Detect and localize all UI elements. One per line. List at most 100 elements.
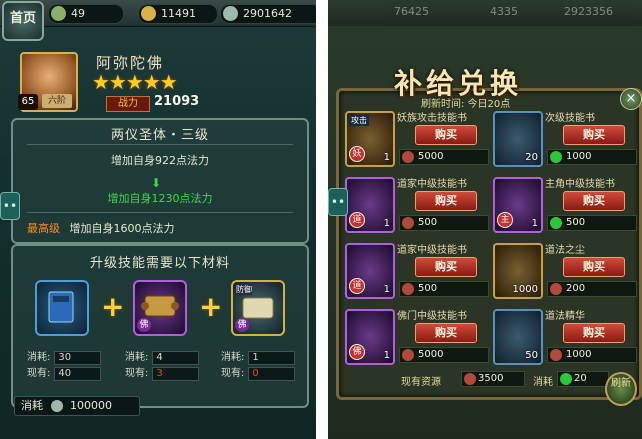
- material-1-have: 现有: 40: [27, 364, 102, 381]
- currency-icon: [550, 283, 562, 295]
- material-3-consume: 消耗: 1: [221, 348, 296, 365]
- material-tag: 佛: [137, 318, 151, 332]
- top-resource-2: 4335: [490, 5, 518, 18]
- chat-tab-icon[interactable]: ••: [328, 188, 348, 216]
- gem-icon: [560, 373, 572, 385]
- item-badge: 妖: [349, 146, 365, 162]
- item-badge: 佛: [349, 344, 365, 360]
- requirements-title: 升级技能需要以下材料: [89, 256, 230, 271]
- cost-value: 100000: [70, 399, 112, 412]
- coin-icon: [464, 373, 476, 385]
- footer-resource-red: 3500: [461, 371, 525, 387]
- plus-icon: +: [199, 290, 223, 323]
- item-price: 500: [399, 215, 489, 231]
- item-price: 5000: [399, 149, 489, 165]
- buy-button[interactable]: 购买: [563, 257, 625, 277]
- hero-card: 65 六阶 阿弥陀佛 ★★★★★ 战力 21093: [14, 48, 304, 114]
- material-slot-2[interactable]: 佛: [133, 280, 187, 336]
- footer-resource-green: 20: [557, 371, 609, 387]
- item-count: 50: [525, 350, 538, 361]
- top-resource-1: 76425: [394, 5, 429, 18]
- buy-button[interactable]: 购买: [415, 125, 477, 145]
- item-name: 道家中级技能书: [397, 245, 467, 256]
- item-count: 1: [531, 218, 538, 229]
- coin-icon: [223, 6, 238, 21]
- item-name: 次级技能书: [545, 113, 595, 124]
- hero-stars: ★★★★★: [92, 70, 178, 94]
- resource-ingot: 49: [48, 4, 124, 24]
- exchange-item: 道 1 道家中级技能书 购买 500: [343, 241, 489, 301]
- divider: [27, 144, 293, 145]
- item-icon[interactable]: 1000: [493, 243, 543, 299]
- item-count: 1: [383, 284, 390, 295]
- item-name: 妖族攻击技能书: [397, 113, 467, 124]
- buy-button[interactable]: 购买: [563, 125, 625, 145]
- material-2-consume: 消耗: 4: [125, 348, 200, 365]
- buy-button[interactable]: 购买: [415, 191, 477, 211]
- item-name: 道家中级技能书: [397, 179, 467, 190]
- refresh-button[interactable]: 刷新: [605, 372, 637, 406]
- upgrade-cost: 消耗 100000: [14, 396, 140, 416]
- power-label: 战力: [106, 96, 150, 112]
- item-count: 1: [383, 152, 390, 163]
- footer-consume-label: 消耗: [533, 377, 553, 388]
- exchange-item: 1000 道法之尘 购买 200: [491, 241, 637, 301]
- currency-icon: [550, 217, 562, 229]
- item-icon[interactable]: 道1: [345, 177, 395, 233]
- currency-icon: [550, 151, 562, 163]
- item-icon[interactable]: 主1: [493, 177, 543, 233]
- gold-icon: [141, 6, 156, 21]
- material-title: 防御: [236, 284, 252, 295]
- power-value: 21093: [154, 94, 200, 109]
- divider: [27, 212, 293, 213]
- buy-button[interactable]: 购买: [563, 323, 625, 343]
- ingot-icon: [51, 6, 66, 21]
- resource-gold-value: 11491: [161, 7, 196, 20]
- item-icon[interactable]: 20: [493, 111, 543, 167]
- item-price: 5000: [399, 347, 489, 363]
- item-icon[interactable]: 道1: [345, 243, 395, 299]
- supply-exchange-panel: 76425 4335 2923356 刷新时间: 今日20点 攻击妖 1 妖族攻击技…: [328, 0, 642, 439]
- chat-tab-icon[interactable]: ••: [0, 192, 20, 220]
- item-name: 佛门中级技能书: [397, 311, 467, 322]
- footer-label: 现有资源: [401, 377, 441, 388]
- close-button[interactable]: ×: [620, 88, 642, 110]
- item-price: 200: [547, 281, 637, 297]
- skill-max-row: 最高级 增加自身1600点法力: [27, 220, 175, 236]
- item-icon[interactable]: 50: [493, 309, 543, 365]
- item-price: 500: [399, 281, 489, 297]
- item-tag: 攻击: [349, 115, 369, 126]
- home-button[interactable]: 首页: [2, 1, 44, 41]
- skill-title: 两仪圣体・三级: [110, 128, 209, 143]
- hero-level: 65: [18, 94, 38, 110]
- coin-icon: [50, 400, 63, 412]
- resource-bar-dimmed: 76425 4335 2923356: [328, 0, 642, 26]
- item-icon[interactable]: 攻击妖 1: [345, 111, 395, 167]
- currency-icon: [402, 151, 414, 163]
- exchange-item: 50 道法精华 购买 1000: [491, 307, 637, 367]
- top-resource-3: 2923356: [564, 5, 613, 18]
- currency-icon: [402, 283, 414, 295]
- skill-effect-box: 两仪圣体・三级 增加自身922点法力 ⬇ 增加自身1230点法力 最高级 增加自…: [11, 118, 309, 244]
- item-price: 500: [547, 215, 637, 231]
- item-name: 道法之尘: [545, 245, 585, 256]
- max-level-label: 最高级: [27, 222, 60, 235]
- item-price: 1000: [547, 347, 637, 363]
- material-slot-3[interactable]: 防御 佛: [231, 280, 285, 336]
- item-count: 1: [383, 218, 390, 229]
- exchange-title: 补给兑换: [394, 67, 523, 100]
- plus-icon: +: [101, 290, 125, 323]
- item-icon[interactable]: 佛1: [345, 309, 395, 365]
- skill-next-effect: 增加自身1230点法力: [107, 192, 213, 205]
- buy-button[interactable]: 购买: [415, 257, 477, 277]
- buy-button[interactable]: 购买: [415, 323, 477, 343]
- currency-icon: [550, 349, 562, 361]
- exchange-frame: 刷新时间: 今日20点 攻击妖 1 妖族攻击技能书 购买 5000 20 次级技能书 购买 10…: [336, 88, 642, 400]
- material-slot-1[interactable]: [35, 280, 89, 336]
- item-name: 道法精华: [545, 311, 585, 322]
- item-count: 1000: [512, 284, 538, 295]
- item-name: 主角中级技能书: [545, 179, 615, 190]
- item-count: 20: [525, 152, 538, 163]
- material-tag: 佛: [235, 318, 249, 332]
- buy-button[interactable]: 购买: [563, 191, 625, 211]
